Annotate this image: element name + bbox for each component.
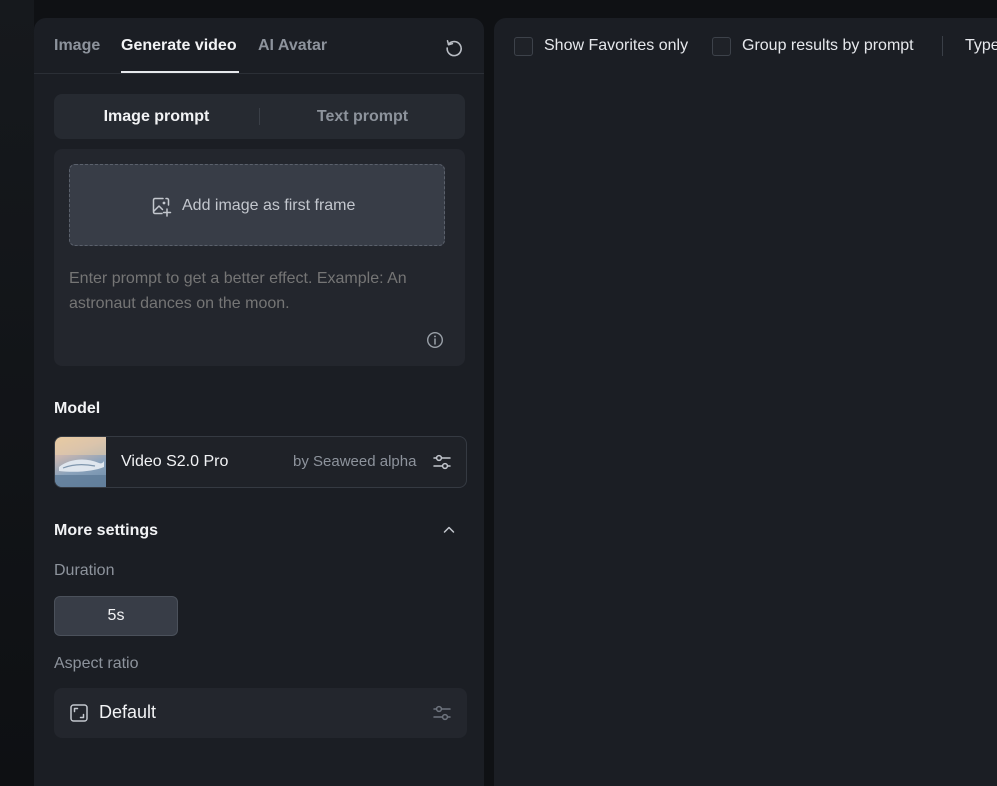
aspect-ratio-value: Default: [99, 702, 157, 722]
add-image-icon: [152, 197, 172, 217]
add-first-frame-label: Add image as first frame: [182, 197, 356, 214]
model-thumbnail: [55, 437, 106, 487]
active-tab-underline: [121, 71, 239, 73]
duration-label: Duration: [54, 562, 115, 579]
filter-divider: [942, 36, 943, 56]
tab-ai-avatar[interactable]: AI Avatar: [258, 37, 327, 55]
aspect-settings-icon[interactable]: [432, 703, 452, 723]
generator-panel: Image Generate video AI Avatar Image pro…: [34, 18, 484, 786]
aspect-ratio-selector[interactable]: Default: [54, 688, 467, 738]
group-by-prompt-label[interactable]: Group results by prompt: [742, 37, 914, 55]
text-prompt-option[interactable]: Text prompt: [260, 94, 465, 139]
model-section-title: Model: [54, 400, 101, 417]
mode-tabs: Image Generate video AI Avatar: [34, 18, 484, 74]
chevron-up-icon[interactable]: [441, 522, 457, 538]
more-settings-title[interactable]: More settings: [54, 522, 158, 540]
whale-image: [55, 437, 106, 487]
results-area: Show Favorites only Group results by pro…: [494, 18, 997, 786]
aspect-ratio-label: Aspect ratio: [54, 655, 139, 672]
show-favorites-label[interactable]: Show Favorites only: [544, 37, 688, 55]
tab-image[interactable]: Image: [54, 37, 100, 55]
prompt-input[interactable]: [69, 266, 445, 318]
aspect-ratio-icon: [70, 704, 88, 722]
type-filter[interactable]: Type: [965, 37, 997, 55]
info-icon[interactable]: [426, 331, 444, 349]
group-by-prompt-checkbox[interactable]: [712, 37, 731, 56]
model-settings-icon[interactable]: [432, 452, 452, 472]
image-prompt-option[interactable]: Image prompt: [54, 94, 259, 139]
reset-icon[interactable]: [444, 37, 464, 57]
add-first-frame-button[interactable]: Add image as first frame: [69, 164, 445, 246]
tab-generate-video[interactable]: Generate video: [121, 37, 237, 55]
model-selector[interactable]: Video S2.0 Pro by Seaweed alpha: [54, 436, 467, 488]
show-favorites-checkbox[interactable]: [514, 37, 533, 56]
duration-option-5s[interactable]: 5s: [54, 596, 178, 636]
model-provider: by Seaweed alpha: [293, 453, 417, 470]
prompt-mode-toggle: Image prompt Text prompt: [54, 94, 465, 139]
app-background: [0, 0, 34, 786]
model-name: Video S2.0 Pro: [121, 453, 229, 470]
prompt-box: Add image as first frame: [54, 149, 465, 366]
